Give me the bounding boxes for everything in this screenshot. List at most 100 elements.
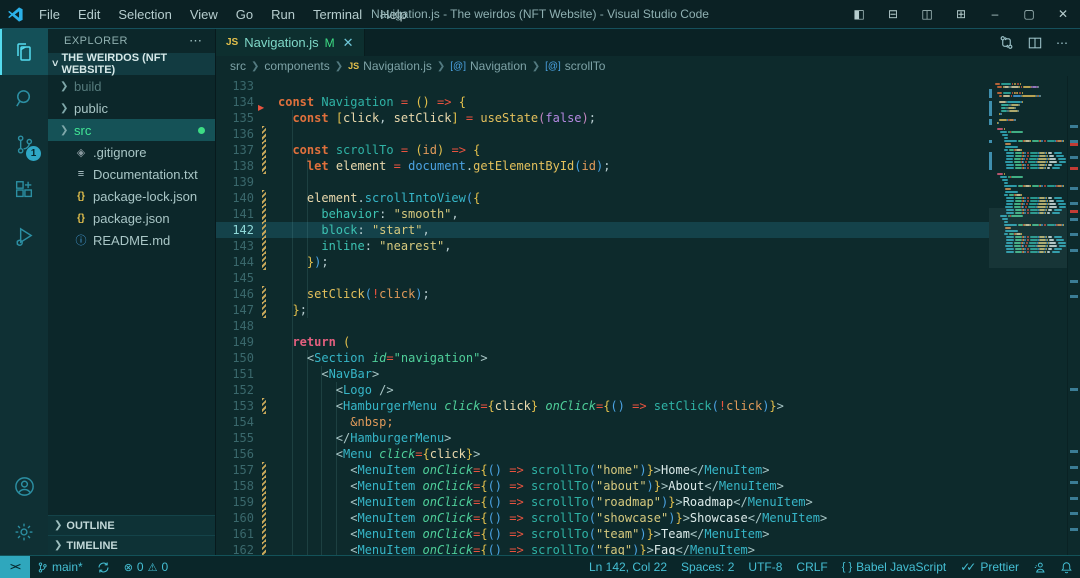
code-line-142[interactable]: 142 block: "start", (216, 222, 989, 238)
minimize-icon[interactable]: – (978, 0, 1012, 28)
ruler-modified-mark (1070, 280, 1078, 283)
remote-indicator[interactable]: >< (0, 556, 30, 578)
status-indentation[interactable]: Spaces: 2 (674, 556, 741, 578)
explorer-root-folder[interactable]: ˅ THE WEIRDOS (NFT WEBSITE) (48, 53, 215, 75)
sidebar-item-readme-md[interactable]: ⓘREADME.md (48, 229, 215, 251)
sidebar-item-package-json[interactable]: {}package.json (48, 207, 215, 229)
ruler-modified-mark (1070, 187, 1078, 190)
symbol-icon: [@] (545, 61, 561, 72)
code-line-136[interactable]: 136 (216, 126, 989, 142)
breadcrumb-src[interactable]: src (230, 59, 246, 73)
chevron-right-icon: ❯ (60, 125, 69, 136)
code-line-155[interactable]: 155 </HamburgerMenu> (216, 430, 989, 446)
status-feedback[interactable] (1026, 556, 1053, 578)
code-line-143[interactable]: 143 inline: "nearest", (216, 238, 989, 254)
code-line-149[interactable]: 149 return ( (216, 334, 989, 350)
git-modified-gutter-icon (262, 286, 266, 302)
menu-file[interactable]: File (30, 0, 69, 28)
minimap[interactable] (989, 76, 1067, 555)
sidebar-item-public[interactable]: ❯public (48, 97, 215, 119)
code-line-133[interactable]: 133 (216, 78, 989, 94)
toggle-panel-icon[interactable]: ⊟ (876, 0, 910, 28)
menu-help[interactable]: Help (371, 0, 416, 28)
sidebar-item-src[interactable]: ❯src (48, 119, 215, 141)
code-line-138[interactable]: 138 let element = document.getElementByI… (216, 158, 989, 174)
code-line-139[interactable]: 139 (216, 174, 989, 190)
git-branch-item[interactable]: main* (30, 556, 90, 578)
outline-panel-header[interactable]: ❯ OUTLINE (48, 515, 215, 535)
menu-run[interactable]: Run (262, 0, 304, 28)
chevron-right-icon: ❯ (60, 103, 69, 114)
maximize-icon[interactable]: ▢ (1012, 0, 1046, 28)
code-line-137[interactable]: 137 const scrollTo = (id) => { (216, 142, 989, 158)
sidebar-item-build[interactable]: ❯build (48, 75, 215, 97)
tab-bar: JS Navigation.js M ✕ ⋯ (216, 29, 1080, 56)
explorer-more-icon[interactable]: ⋯ (189, 33, 203, 49)
activitybar-run-debug-icon[interactable] (0, 213, 48, 259)
code-line-134[interactable]: 134const Navigation = () => { (216, 94, 989, 110)
customize-layout-icon[interactable]: ⊞ (944, 0, 978, 28)
problems-item[interactable]: ⊗ 0 ⚠ 0 (117, 556, 175, 578)
status-encoding[interactable]: UTF-8 (741, 556, 789, 578)
code-line-161[interactable]: 161 <MenuItem onClick={() => scrollTo("t… (216, 526, 989, 542)
activitybar-search-icon[interactable] (0, 75, 48, 121)
activitybar-account-icon[interactable] (0, 463, 48, 509)
split-editor-icon[interactable]: ◫ (910, 0, 944, 28)
code-line-147[interactable]: 147 }; (216, 302, 989, 318)
toggle-sidebar-icon[interactable]: ◧ (842, 0, 876, 28)
close-icon[interactable]: ✕ (1046, 0, 1080, 28)
code-line-144[interactable]: 144 }); (216, 254, 989, 270)
activitybar-settings-icon[interactable] (0, 509, 48, 555)
code-line-159[interactable]: 159 <MenuItem onClick={() => scrollTo("r… (216, 494, 989, 510)
code-line-160[interactable]: 160 <MenuItem onClick={() => scrollTo("s… (216, 510, 989, 526)
code-line-158[interactable]: 158 <MenuItem onClick={() => scrollTo("a… (216, 478, 989, 494)
timeline-panel-header[interactable]: ❯ TIMELINE (48, 535, 215, 555)
code-line-150[interactable]: 150 <Section id="navigation"> (216, 350, 989, 366)
close-tab-icon[interactable]: ✕ (343, 35, 354, 51)
code-line-146[interactable]: 146 setClick(!click); (216, 286, 989, 302)
tab-navigation-js[interactable]: JS Navigation.js M ✕ (216, 29, 365, 56)
breadcrumb-components[interactable]: components (264, 59, 329, 73)
code-line-135[interactable]: 135 const [click, setClick] = useState(f… (216, 110, 989, 126)
minimap-slider[interactable] (989, 208, 1067, 268)
breadcrumb-navigation-js[interactable]: JSNavigation.js (348, 59, 432, 73)
code-line-141[interactable]: 141 behavior: "smooth", (216, 206, 989, 222)
sync-item[interactable] (90, 556, 117, 578)
code-line-162[interactable]: 162 <MenuItem onClick={() => scrollTo("f… (216, 542, 989, 555)
line-number: 138 (216, 158, 254, 174)
code-area[interactable]: 133134const Navigation = () => {135 cons… (216, 76, 989, 555)
activitybar-explorer-icon[interactable] (0, 29, 48, 75)
sidebar-item-package-lock-json[interactable]: {}package-lock.json (48, 185, 215, 207)
menu-view[interactable]: View (181, 0, 227, 28)
status-cursor-position[interactable]: Ln 142, Col 22 (582, 556, 674, 578)
split-editor-icon[interactable] (1028, 36, 1042, 50)
code-line-154[interactable]: 154 &nbsp; (216, 414, 989, 430)
sidebar-item--gitignore[interactable]: ◈.gitignore (48, 141, 215, 163)
breadcrumb-navigation[interactable]: [@]Navigation (450, 59, 526, 73)
code-line-145[interactable]: 145 (216, 270, 989, 286)
more-actions-icon[interactable]: ⋯ (1056, 36, 1068, 50)
menu-selection[interactable]: Selection (109, 0, 180, 28)
code-line-157[interactable]: 157 <MenuItem onClick={() => scrollTo("h… (216, 462, 989, 478)
code-line-153[interactable]: 153 <HamburgerMenu click={click} onClick… (216, 398, 989, 414)
status-language-mode[interactable]: { }Babel JavaScript (835, 556, 953, 578)
status-notifications[interactable] (1053, 556, 1080, 578)
breadcrumb-scrollto[interactable]: [@]scrollTo (545, 59, 605, 73)
code-line-151[interactable]: 151 <NavBar> (216, 366, 989, 382)
sidebar-item-documentation-txt[interactable]: ≡Documentation.txt (48, 163, 215, 185)
line-number: 153 (216, 398, 254, 414)
code-line-152[interactable]: 152 <Logo /> (216, 382, 989, 398)
menu-terminal[interactable]: Terminal (304, 0, 371, 28)
overview-ruler[interactable] (1067, 76, 1080, 555)
open-changes-icon[interactable] (999, 35, 1014, 50)
activitybar-extensions-icon[interactable] (0, 167, 48, 213)
menu-edit[interactable]: Edit (69, 0, 109, 28)
menu-go[interactable]: Go (227, 0, 262, 28)
line-number: 137 (216, 142, 254, 158)
status-eol[interactable]: CRLF (789, 556, 834, 578)
status-formatter[interactable]: ✓✓Prettier (953, 556, 1026, 578)
code-line-140[interactable]: 140 element.scrollIntoView({ (216, 190, 989, 206)
activitybar-source-control-icon[interactable]: 1 (0, 121, 48, 167)
code-line-148[interactable]: 148 (216, 318, 989, 334)
code-line-156[interactable]: 156 <Menu click={click}> (216, 446, 989, 462)
